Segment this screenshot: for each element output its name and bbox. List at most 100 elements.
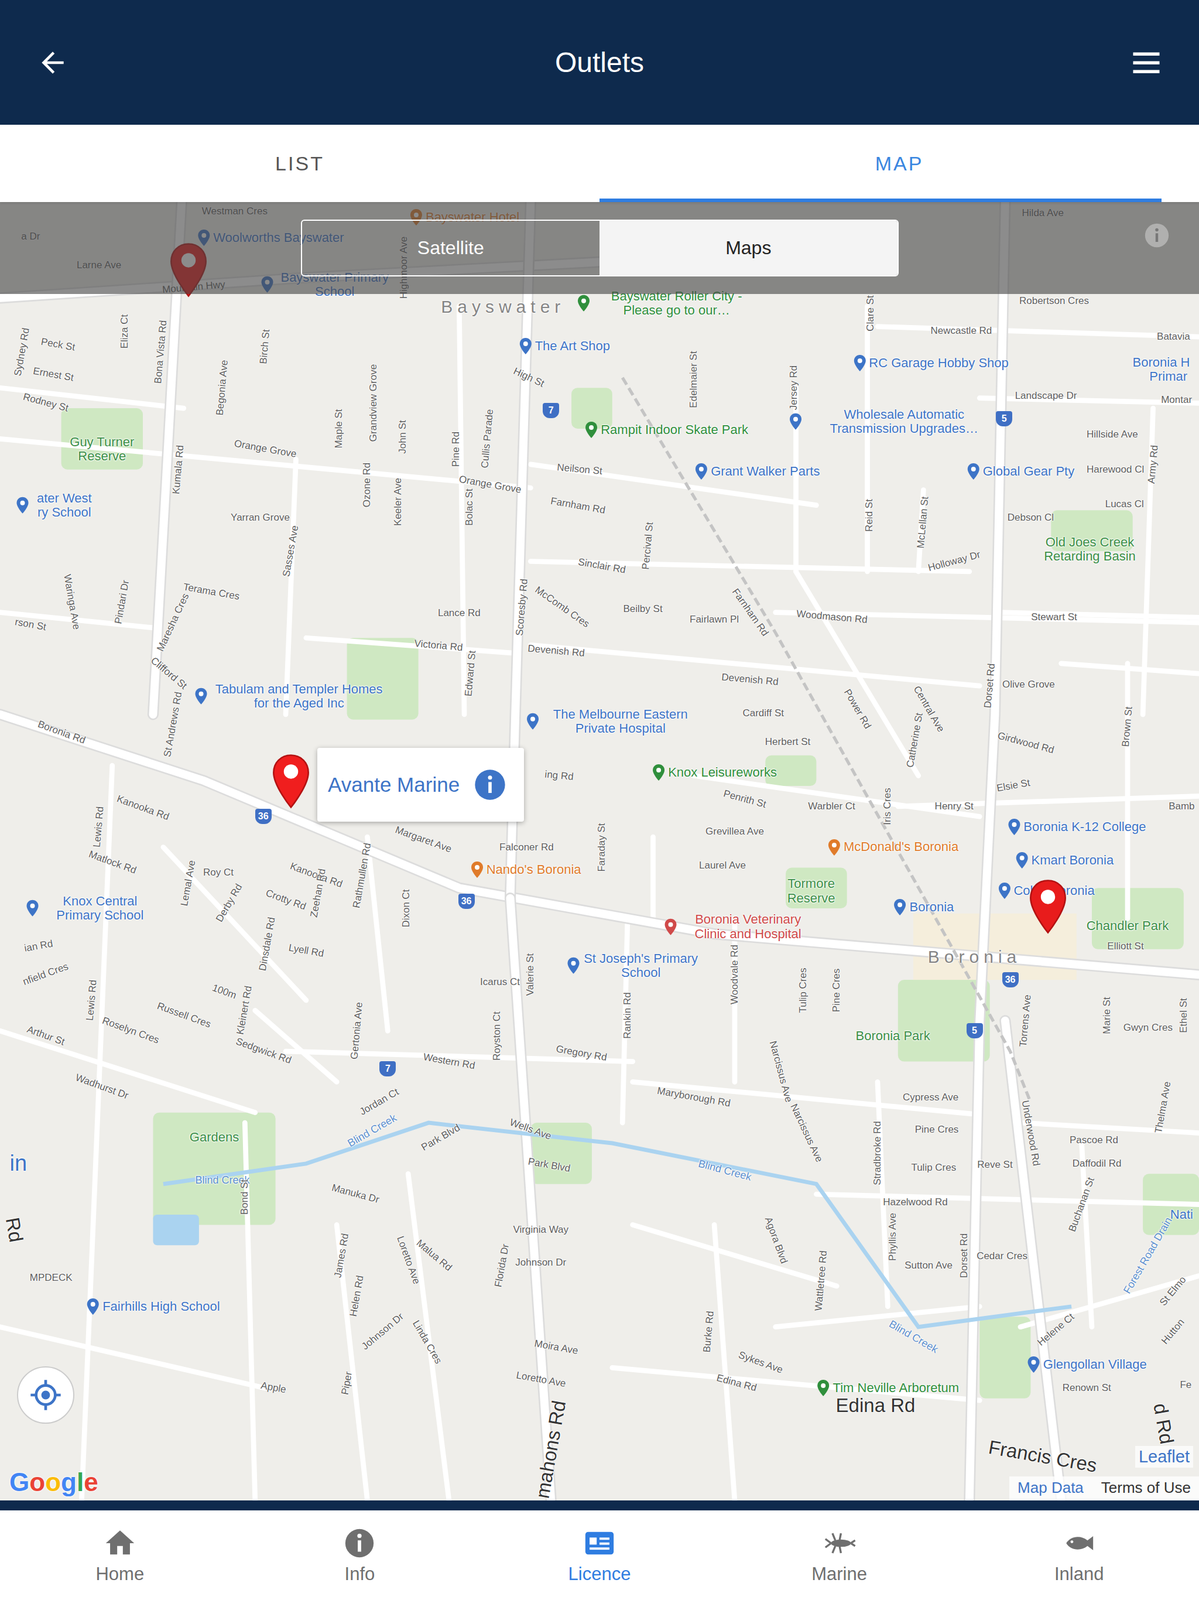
map-poi[interactable]: St Joseph's Primary School <box>566 951 700 980</box>
back-arrow-icon[interactable] <box>36 46 70 80</box>
map-pin[interactable] <box>270 752 312 810</box>
map-type-label[interactable]: Satellite <box>417 237 485 259</box>
map-poi[interactable]: Boronia Veterinary Clinic and Hospital <box>663 912 817 941</box>
tab-label[interactable]: LIST <box>275 152 325 176</box>
map-type-option[interactable]: Satellite <box>302 220 601 276</box>
poi-name[interactable]: Boronia <box>909 899 954 914</box>
poi-name[interactable]: ater West ry School <box>31 490 97 519</box>
poi-name[interactable]: McDonald's Boronia <box>843 839 959 854</box>
poi-marker-icon[interactable] <box>852 354 867 372</box>
poi-name[interactable]: Boronia Veterinary Clinic and Hospital <box>679 912 817 941</box>
tab[interactable]: LIST <box>0 124 600 202</box>
nav-item[interactable]: Home <box>0 1509 241 1600</box>
nav-item[interactable]: Marine <box>719 1509 960 1600</box>
poi-name[interactable]: Wholesale Automatic Transmission Upgrade… <box>804 407 1003 436</box>
poi-marker-icon[interactable] <box>892 898 907 916</box>
nav-item[interactable]: Info <box>240 1509 481 1600</box>
poi-marker-icon[interactable] <box>525 712 540 731</box>
poi-name[interactable]: Knox Leisureworks <box>667 765 777 780</box>
crayfish-icon[interactable] <box>822 1525 857 1560</box>
poi-name[interactable]: Nando's Boronia <box>486 862 582 877</box>
map-poi[interactable]: Glengollan Village <box>1026 1355 1147 1373</box>
map-poi[interactable]: ater West ry School <box>15 490 97 519</box>
map-poi[interactable]: McDonald's Boronia <box>827 838 959 856</box>
poi-marker-icon[interactable] <box>827 838 842 856</box>
nav-item[interactable]: Licence <box>479 1509 720 1600</box>
attribution-link[interactable]: Terms of Use <box>1101 1478 1191 1497</box>
info-icon[interactable] <box>1143 222 1170 249</box>
locate-button[interactable] <box>16 1365 75 1424</box>
poi-name[interactable]: Rampit Indoor Skate Park <box>600 422 749 437</box>
info-icon[interactable] <box>342 1525 377 1560</box>
poi-marker-icon[interactable] <box>86 1297 101 1315</box>
nav-label[interactable]: Info <box>344 1563 376 1585</box>
map-poi[interactable]: RC Garage Hobby Shop <box>852 354 1009 372</box>
nav-label[interactable]: Home <box>95 1563 145 1585</box>
map-poi[interactable]: Boronia <box>892 898 954 916</box>
map-view[interactable]: Westman Cresa DrWoolworths BayswaterBays… <box>0 201 1199 1500</box>
my-location-icon[interactable] <box>29 1378 63 1411</box>
map-poi[interactable]: Global Gear Pty <box>966 462 1075 481</box>
fish-icon[interactable] <box>1062 1525 1096 1560</box>
poi-marker-icon[interactable] <box>470 860 485 879</box>
poi-name[interactable]: Grant Walker Parts <box>710 464 820 479</box>
home-icon[interactable] <box>103 1525 137 1560</box>
poi-name[interactable]: Glengollan Village <box>1043 1357 1147 1372</box>
poi-name[interactable]: Knox Central Primary School <box>41 893 159 923</box>
poi-marker-icon[interactable] <box>1006 817 1022 836</box>
poi-marker-icon[interactable] <box>15 496 30 515</box>
location-pin-icon[interactable] <box>270 752 312 810</box>
map-poi[interactable]: The Art Shop <box>518 337 611 355</box>
leaflet-link[interactable]: Leaflet <box>1135 1445 1194 1468</box>
poi-marker-icon[interactable] <box>694 462 709 481</box>
poi-marker-icon[interactable] <box>1015 851 1030 869</box>
poi-marker-icon[interactable] <box>25 899 40 917</box>
attribution-link[interactable]: Map Data <box>1017 1478 1084 1497</box>
map-poi[interactable]: Nando's Boronia <box>470 860 582 879</box>
map-poi[interactable]: Knox Central Primary School <box>25 893 159 923</box>
poi-name[interactable]: Kmart Boronia <box>1031 852 1115 868</box>
poi-marker-icon[interactable] <box>584 420 599 439</box>
info-icon[interactable] <box>473 768 507 801</box>
poi-marker-icon[interactable] <box>518 337 533 355</box>
map-poi[interactable]: Knox Leisureworks <box>651 763 777 781</box>
poi-name[interactable]: RC Garage Hobby Shop <box>868 355 1009 371</box>
map-poi[interactable]: Tabulam and Templer Homes for the Aged I… <box>193 681 388 710</box>
poi-name[interactable]: Boronia K-12 College <box>1023 819 1146 834</box>
poi-marker-icon[interactable] <box>663 917 678 935</box>
map-type-switch[interactable]: Satellite Maps <box>300 219 899 277</box>
menu-button[interactable] <box>1117 33 1176 92</box>
poi-name[interactable]: The Melbourne Eastern Private Hospital <box>542 707 700 736</box>
map-poi[interactable]: Boronia K-12 College <box>1006 817 1146 836</box>
nav-label[interactable]: Inland <box>1054 1563 1104 1585</box>
poi-marker-icon[interactable] <box>576 294 591 313</box>
poi-name[interactable]: St Joseph's Primary School <box>582 951 700 980</box>
map-poi[interactable]: Grant Walker Parts <box>694 462 820 481</box>
map-poi[interactable]: Kmart Boronia <box>1015 851 1115 869</box>
poi-marker-icon[interactable] <box>1026 1355 1041 1373</box>
poi-marker-icon[interactable] <box>193 687 208 705</box>
nav-label[interactable]: Licence <box>568 1563 632 1585</box>
poi-marker-icon[interactable] <box>997 881 1012 900</box>
nav-item[interactable]: Inland <box>958 1509 1199 1600</box>
back-button[interactable] <box>23 33 82 92</box>
poi-name[interactable]: Tabulam and Templer Homes for the Aged I… <box>210 681 388 710</box>
map-pin[interactable] <box>1027 878 1069 935</box>
poi-name[interactable]: Fairhills High School <box>102 1299 221 1314</box>
poi-name[interactable]: Tim Neville Arboretum <box>833 1380 960 1395</box>
map-type-label[interactable]: Maps <box>725 237 772 259</box>
map-poi[interactable]: Fairhills High School <box>86 1297 221 1315</box>
tab-label[interactable]: MAP <box>875 152 924 176</box>
poi-marker-icon[interactable] <box>966 462 981 481</box>
poi-name[interactable]: The Art Shop <box>535 338 611 354</box>
poi-marker-icon[interactable] <box>816 1378 831 1397</box>
map-poi[interactable]: The Melbourne Eastern Private Hospital <box>525 707 700 736</box>
tab[interactable]: MAP <box>599 124 1199 202</box>
outlet-name[interactable]: Avante Marine <box>327 772 460 797</box>
poi-marker-icon[interactable] <box>566 956 581 975</box>
nav-label[interactable]: Marine <box>811 1563 868 1585</box>
map-type-option[interactable]: Maps <box>599 220 898 276</box>
map-poi[interactable]: Wholesale Automatic Transmission Upgrade… <box>788 407 1003 436</box>
licence-card-icon[interactable] <box>582 1525 617 1560</box>
poi-marker-icon[interactable] <box>788 412 803 431</box>
